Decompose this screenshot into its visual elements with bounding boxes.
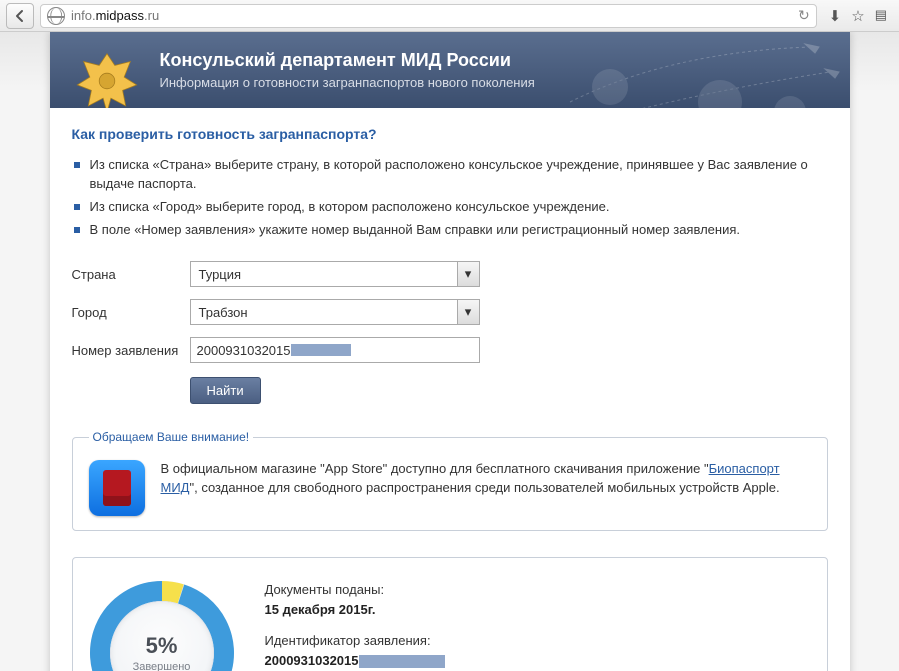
chevron-down-icon: ▾ bbox=[457, 300, 479, 324]
state-emblem-icon bbox=[68, 42, 146, 108]
instructions-list: Из списка «Страна» выберите страну, в ко… bbox=[72, 156, 828, 239]
status-fields: Документы поданы: 15 декабря 2015г. Иден… bbox=[265, 580, 463, 671]
header-subtitle: Информация о готовности загранпаспортов … bbox=[160, 75, 830, 90]
progress-gauge: 5% Завершено bbox=[89, 580, 235, 671]
clipboard-icon[interactable]: ▤ bbox=[875, 7, 887, 25]
url-text: info.midpass.ru bbox=[71, 8, 159, 23]
application-number-value: 2000931032015 bbox=[197, 343, 291, 358]
download-icon[interactable]: ⬇ bbox=[829, 7, 842, 25]
back-button[interactable] bbox=[6, 3, 34, 29]
redacted-segment bbox=[291, 344, 351, 356]
gauge-label: Завершено bbox=[133, 661, 191, 671]
application-id-label: Идентификатор заявления: bbox=[265, 631, 463, 651]
notice-text: В официальном магазине "App Store" досту… bbox=[161, 460, 811, 498]
gauge-percent: 5% bbox=[146, 633, 178, 659]
application-number-input[interactable]: 2000931032015 bbox=[190, 337, 480, 363]
notice-legend: Обращаем Ваше внимание! bbox=[89, 430, 254, 444]
city-label: Город bbox=[72, 305, 190, 320]
header-title: Консульский департамент МИД России bbox=[160, 50, 830, 71]
toolbar-icons: ⬇ ☆ ▤ bbox=[823, 7, 893, 25]
city-select[interactable]: Трабзон ▾ bbox=[190, 299, 480, 325]
biopassport-app-icon bbox=[89, 460, 145, 516]
redacted-segment bbox=[359, 655, 445, 668]
browser-toolbar: info.midpass.ru ↻ ⬇ ☆ ▤ bbox=[0, 0, 899, 32]
page-header: Консульский департамент МИД России Инфор… bbox=[50, 32, 850, 108]
city-value: Трабзон bbox=[191, 300, 457, 324]
bookmark-icon[interactable]: ☆ bbox=[851, 7, 864, 25]
notice-box: Обращаем Ваше внимание! В официальном ма… bbox=[72, 430, 828, 531]
application-id-value: 2000931032015 bbox=[265, 651, 463, 671]
country-label: Страна bbox=[72, 267, 190, 282]
instruction-item: В поле «Номер заявления» укажите номер в… bbox=[90, 221, 828, 240]
reload-icon[interactable]: ↻ bbox=[798, 7, 810, 24]
section-title: Как проверить готовность загранпаспорта? bbox=[72, 126, 828, 142]
submitted-label: Документы поданы: bbox=[265, 580, 463, 600]
submitted-value: 15 декабря 2015г. bbox=[265, 600, 463, 620]
chevron-down-icon: ▾ bbox=[457, 262, 479, 286]
instruction-item: Из списка «Город» выберите город, в кото… bbox=[90, 198, 828, 217]
result-box: 5% Завершено Документы поданы: 15 декабр… bbox=[72, 557, 828, 671]
search-button[interactable]: Найти bbox=[190, 377, 261, 404]
instruction-item: Из списка «Страна» выберите страну, в ко… bbox=[90, 156, 828, 194]
country-select[interactable]: Турция ▾ bbox=[190, 261, 480, 287]
globe-icon bbox=[47, 7, 65, 25]
url-bar[interactable]: info.midpass.ru ↻ bbox=[40, 4, 817, 28]
application-number-label: Номер заявления bbox=[72, 343, 190, 358]
page: Консульский департамент МИД России Инфор… bbox=[50, 32, 850, 671]
country-value: Турция bbox=[191, 262, 457, 286]
